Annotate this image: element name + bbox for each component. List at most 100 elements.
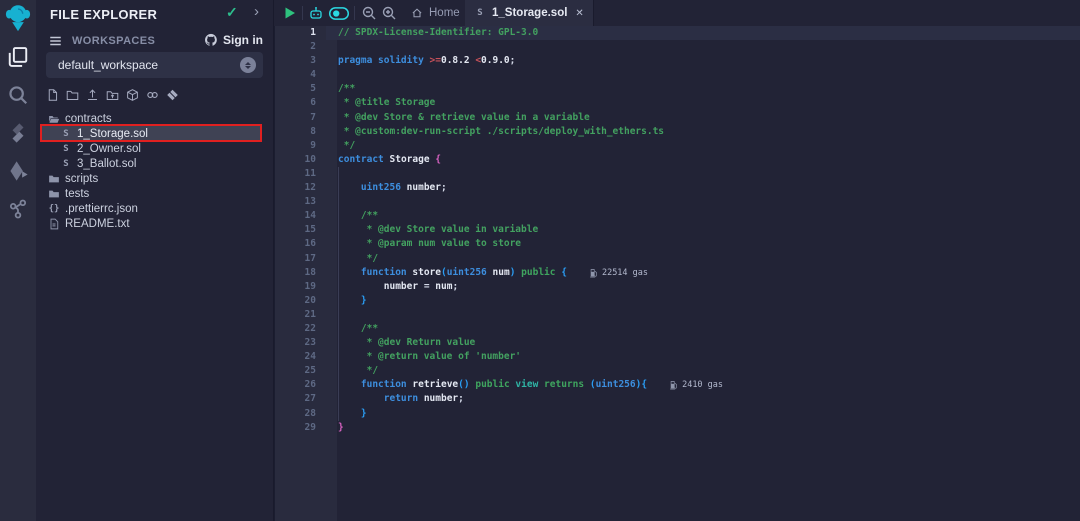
code-content: // SPDX-License-Identifier: GPL-3.0 pragm… xyxy=(338,26,1080,435)
tree-item-scripts[interactable]: scripts xyxy=(40,171,262,186)
line-number: 10 xyxy=(275,153,337,167)
tab-home[interactable]: Home xyxy=(402,0,469,26)
file-toolbar xyxy=(46,88,179,102)
link-clone-icon[interactable] xyxy=(146,88,159,102)
toolbar-divider xyxy=(302,6,303,20)
code-line: pragma solidity >=0.8.2 <0.9.0; xyxy=(338,54,1080,68)
gist-icon[interactable] xyxy=(166,88,179,102)
code-line: contract Storage { xyxy=(338,153,1080,167)
tree-item-2-owner-sol[interactable]: S 2_Owner.sol xyxy=(40,141,262,156)
workspace-select[interactable]: default_workspace xyxy=(46,52,263,78)
folder-open-icon xyxy=(48,113,60,125)
chevron-right-icon[interactable]: › xyxy=(254,3,259,20)
run-script-button[interactable] xyxy=(282,5,298,21)
tree-item-label: 3_Ballot.sol xyxy=(77,158,136,170)
code-line xyxy=(338,68,1080,82)
code-line: * @dev Store value in variable xyxy=(338,223,1080,237)
tree-item-label: tests xyxy=(65,188,89,200)
file-tree: contractsS1_Storage.sol S 2_Owner.solS3_Ba… xyxy=(40,111,262,231)
code-line: * @custom:dev-run-script ./scripts/deplo… xyxy=(338,125,1080,139)
tree-item-readme-txt[interactable]: README.txt xyxy=(40,216,262,231)
line-number: 4 xyxy=(275,68,337,82)
load-box-icon[interactable] xyxy=(126,88,139,102)
sign-in-button[interactable]: Sign in xyxy=(204,33,263,47)
code-editor[interactable]: 1234567891011121314151617181920212223242… xyxy=(274,26,1080,521)
code-line xyxy=(338,167,1080,181)
tree-item-tests[interactable]: tests xyxy=(40,186,262,201)
menu-icon[interactable] xyxy=(48,34,63,48)
file-icon xyxy=(48,218,60,230)
line-number: 7 xyxy=(275,111,337,125)
code-line: // SPDX-License-Identifier: GPL-3.0 xyxy=(338,26,1080,40)
line-number: 25 xyxy=(275,364,337,378)
panel-title: FILE EXPLORER xyxy=(50,7,157,22)
line-number: 8 xyxy=(275,125,337,139)
code-line: * @title Storage xyxy=(338,96,1080,110)
code-line: * @dev Store & retrieve value in a varia… xyxy=(338,111,1080,125)
tree-item-prettierrc-json[interactable]: {} .prettierrc.json xyxy=(40,201,262,216)
line-number: 11 xyxy=(275,167,337,181)
gas-estimate-text: 22514 gas xyxy=(602,266,648,280)
ai-assistant-icon[interactable] xyxy=(308,5,324,21)
new-folder-icon[interactable] xyxy=(66,88,79,102)
code-line: } xyxy=(338,294,1080,308)
line-number: 27 xyxy=(275,392,337,406)
line-number: 19 xyxy=(275,280,337,294)
solidity-file-icon: S xyxy=(60,143,72,155)
tree-item-label: 2_Owner.sol xyxy=(77,143,141,155)
folder-icon xyxy=(48,188,60,200)
line-number: 24 xyxy=(275,350,337,364)
line-number: 23 xyxy=(275,336,337,350)
tree-item-label: .prettierrc.json xyxy=(65,203,138,215)
line-number: 5 xyxy=(275,82,337,96)
tab-1-storage-sol[interactable]: S1_Storage.sol✕ xyxy=(465,0,594,26)
line-number: 12 xyxy=(275,181,337,195)
close-tab-icon[interactable]: ✕ xyxy=(575,8,583,19)
sidebar-item-file-explorer-icon[interactable] xyxy=(7,46,29,68)
remix-ide-window: FILE EXPLORER ✓ › WORKSPACES Sign in def… xyxy=(0,0,1080,521)
select-arrows-icon xyxy=(240,57,256,73)
code-line: /** xyxy=(338,209,1080,223)
workspaces-label: WORKSPACES xyxy=(72,35,155,47)
line-number: 2 xyxy=(275,40,337,54)
upload-file-icon[interactable] xyxy=(86,88,99,102)
sidebar-item-search-icon[interactable] xyxy=(7,84,29,106)
sidebar-item-git-icon[interactable] xyxy=(7,198,29,220)
tab-label: 1_Storage.sol xyxy=(492,7,567,19)
workspace-name: default_workspace xyxy=(58,58,158,72)
json-file-icon: {} xyxy=(48,203,60,215)
upload-folder-icon[interactable] xyxy=(106,88,119,102)
zoom-in-icon[interactable] xyxy=(381,5,397,21)
code-line: */ xyxy=(338,252,1080,266)
line-number: 15 xyxy=(275,223,337,237)
code-line: uint256 number; xyxy=(338,181,1080,195)
tree-item-label: 1_Storage.sol xyxy=(77,128,148,140)
line-number: 6 xyxy=(275,96,337,110)
tree-item-label: README.txt xyxy=(65,218,130,230)
line-number: 16 xyxy=(275,237,337,251)
ai-toggle-switch[interactable] xyxy=(328,7,350,20)
tab-label: Home xyxy=(429,7,460,19)
gas-estimate-badge: 22514 gas xyxy=(589,266,648,280)
zoom-out-icon[interactable] xyxy=(361,5,377,21)
remix-logo-icon[interactable] xyxy=(3,2,33,32)
code-line: * @dev Return value xyxy=(338,336,1080,350)
sidebar-item-solidity-compiler-icon[interactable] xyxy=(7,122,29,144)
sign-in-label: Sign in xyxy=(223,33,263,47)
activity-bar xyxy=(0,0,36,521)
code-line xyxy=(338,308,1080,322)
new-file-icon[interactable] xyxy=(46,88,59,102)
check-icon[interactable]: ✓ xyxy=(226,4,238,21)
code-line: */ xyxy=(338,364,1080,378)
code-line: * @param num value to store xyxy=(338,237,1080,251)
code-line: function retrieve() public view returns … xyxy=(338,378,1080,392)
code-line xyxy=(338,40,1080,54)
code-line: function store(uint256 num) public {2251… xyxy=(338,266,1080,280)
tree-item-1-storage-sol[interactable]: S1_Storage.sol xyxy=(40,126,262,141)
sidebar-item-deploy-run-icon[interactable] xyxy=(7,160,29,182)
tree-item-contracts[interactable]: contracts xyxy=(40,111,262,126)
gas-pump-icon xyxy=(669,380,678,390)
home-icon xyxy=(411,7,423,19)
code-line: */ xyxy=(338,139,1080,153)
tree-item-3-ballot-sol[interactable]: S3_Ballot.sol xyxy=(40,156,262,171)
